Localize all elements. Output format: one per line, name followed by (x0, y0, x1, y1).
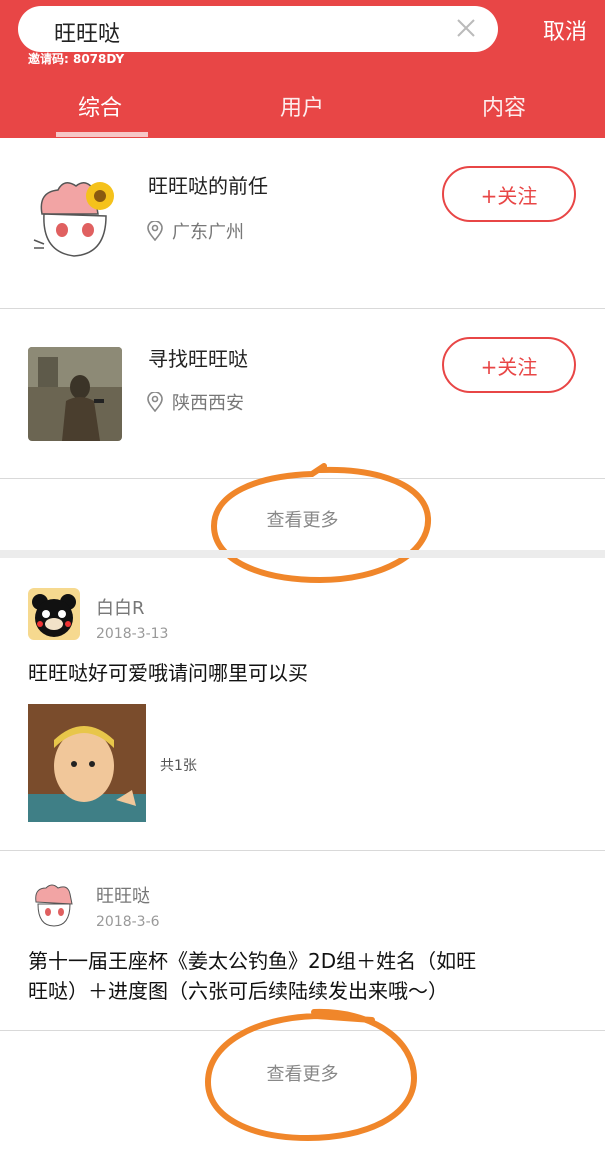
user-name: 寻找旺旺哒 (148, 347, 248, 371)
mascot-avatar-small (28, 880, 80, 932)
search-query: 旺旺哒 (54, 22, 121, 47)
user-name: 旺旺哒的前任 (148, 174, 268, 198)
post-author: 旺旺哒 (96, 886, 150, 907)
post-author: 白白R (96, 598, 145, 619)
post-text[interactable]: 旺旺哒好可爱哦请问哪里可以买 (28, 658, 578, 688)
game-character-avatar (28, 347, 122, 441)
post-date: 2018-3-13 (96, 626, 169, 642)
post-date: 2018-3-6 (96, 914, 160, 930)
user-location: 陕西西安 (146, 389, 244, 415)
post-text[interactable]: 第十一届王座杯《姜太公钓鱼》2D组＋姓名（如旺 旺哒）＋进度图（六张可后续陆续发… (28, 946, 578, 1006)
cancel-button[interactable]: 取消 (543, 14, 587, 46)
post-text-line: 旺哒）＋进度图（六张可后续陆续发出来哦～） (28, 979, 448, 1003)
location-pin-icon (147, 392, 163, 412)
post-image[interactable] (28, 704, 146, 822)
section-separator (0, 550, 605, 558)
clear-icon[interactable] (454, 16, 478, 40)
active-tab-indicator (56, 132, 148, 137)
see-more-users-link[interactable]: 查看更多 (0, 506, 605, 532)
user-row[interactable]: 旺旺哒的前任 广东广州 +关注 (0, 138, 605, 308)
mascot-avatar (28, 174, 122, 268)
tab-content[interactable]: 内容 (482, 90, 526, 122)
tab-bar: 综合 用户 内容 (0, 80, 605, 138)
user-location: 广东广州 (146, 218, 244, 244)
post-text-line: 第十一届王座杯《姜太公钓鱼》2D组＋姓名（如旺 (28, 949, 477, 973)
search-input[interactable]: 旺旺哒 (18, 6, 498, 52)
location-pin-icon (147, 221, 163, 241)
divider (0, 850, 605, 851)
divider (0, 1030, 605, 1031)
divider (0, 478, 605, 479)
follow-button[interactable]: +关注 (442, 166, 576, 222)
tab-users[interactable]: 用户 (280, 90, 324, 122)
header: 旺旺哒 取消 邀请码: 8078DY 综合 用户 内容 (0, 0, 605, 138)
bear-avatar (28, 588, 80, 640)
tab-overall[interactable]: 综合 (78, 90, 122, 122)
watermark: 邀请码: 8078DY (28, 52, 125, 66)
user-row[interactable]: 寻找旺旺哒 陕西西安 +关注 (0, 309, 605, 479)
location-label: 陕西西安 (172, 393, 244, 414)
image-count: 共1张 (160, 758, 197, 774)
location-label: 广东广州 (172, 222, 244, 243)
follow-button[interactable]: +关注 (442, 337, 576, 393)
see-more-posts-link[interactable]: 查看更多 (0, 1060, 605, 1086)
